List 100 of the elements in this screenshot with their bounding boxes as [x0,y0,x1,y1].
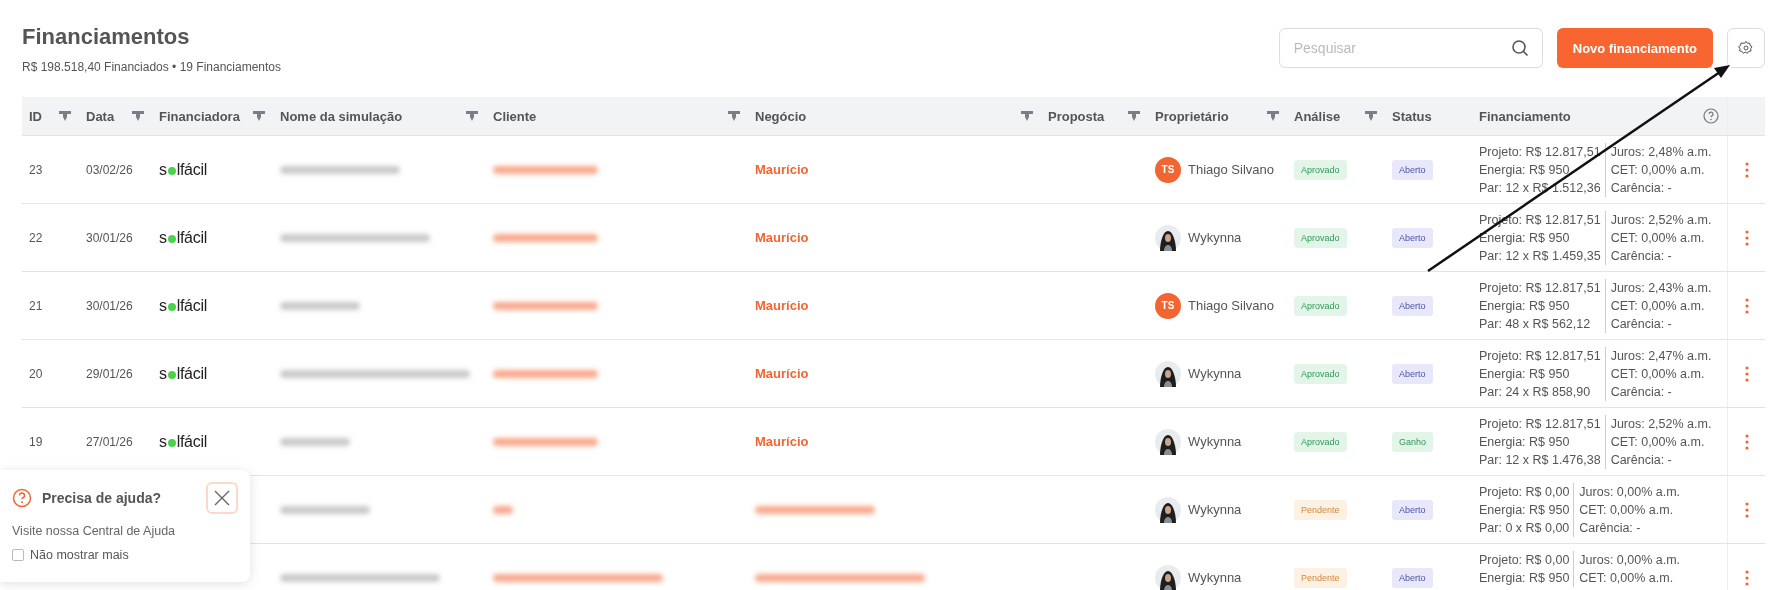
rate-detail: CET: 0,00% a.m. [1610,434,1706,451]
table-cell: 21 [29,298,43,313]
table-cell: 19 [29,434,43,449]
more-icon[interactable] [1744,365,1749,382]
rate-detail: CET: 0,00% a.m. [1579,502,1675,519]
financing-detail: Energia: R$ 950 [1479,298,1571,315]
help-icon [12,488,32,508]
settings-icon [1738,40,1754,56]
status-badge: Aberto [1392,159,1433,180]
filter-icon[interactable] [1021,111,1033,121]
rate-detail: CET: 0,00% a.m. [1610,366,1706,383]
settings-button[interactable] [1727,28,1765,68]
filter-icon[interactable] [253,111,265,121]
close-button[interactable] [206,482,238,514]
financing-detail: Projeto: R$ 0,00 [1479,484,1570,501]
rate-detail: Juros: 2,43% a.m. [1610,280,1712,297]
table-cell: 22 [29,230,43,245]
column-header: Proposta [1048,108,1105,124]
deal-link[interactable]: Maurício [755,366,809,381]
rate-detail: CET: 0,00% a.m. [1579,570,1675,587]
rate-detail: Carência: - [1610,248,1673,265]
filter-icon[interactable] [59,111,71,121]
status-badge: Aberto [1392,567,1433,588]
filter-icon[interactable] [728,111,740,121]
deal-link[interactable]: Maurício [755,230,809,245]
more-icon[interactable] [1744,569,1749,586]
more-icon[interactable] [1744,297,1749,314]
page-summary: R$ 198.518,40 Financiados • 19 Financiamentos [22,60,282,74]
financing-detail: Par: 0 x R$ 0,00 [1479,520,1570,537]
financing-detail: Par: 12 x R$ 1.459,35 [1479,248,1601,265]
financing-detail: Energia: R$ 950 [1479,366,1571,383]
rate-detail: CET: 0,00% a.m. [1610,230,1706,247]
rate-detail: Carência: - [1610,180,1673,197]
filter-icon[interactable] [1128,111,1140,121]
rate-detail: CET: 0,00% a.m. [1610,298,1706,315]
deal-link[interactable]: Maurício [755,298,809,313]
filter-icon[interactable] [1267,111,1279,121]
column-header: Cliente [493,108,537,124]
status-badge: Ganho [1392,431,1434,452]
financing-detail: Projeto: R$ 12.817,51 [1479,348,1601,365]
rate-detail: Juros: 2,52% a.m. [1610,416,1712,433]
column-header: ID [29,108,42,124]
more-icon[interactable] [1744,433,1749,450]
financing-detail: Par: 48 x R$ 562,12 [1479,316,1592,333]
column-header: Proprietário [1155,108,1229,124]
owner-name: Thiago Silvano [1188,298,1274,313]
filter-icon[interactable] [1365,111,1377,121]
owner-name: Wykynna [1188,230,1242,245]
more-icon[interactable] [1744,501,1749,518]
avatar-icon [1155,360,1181,387]
status-badge: Aberto [1392,227,1433,248]
deal-link[interactable]: Maurício [755,162,809,177]
filter-icon[interactable] [132,111,144,121]
rate-detail: Juros: 2,52% a.m. [1610,212,1712,229]
avatar-icon [1155,224,1181,251]
rate-detail: Carência: - [1610,452,1673,469]
lender-logo: s lfácil [159,160,207,179]
owner-name: Wykynna [1188,366,1242,381]
search-field[interactable]: Pesquisar [1278,28,1543,68]
help-center-link[interactable]: Visite nossa Central de Ajuda [12,524,238,538]
financing-detail: Par: 24 x R$ 858,90 [1479,384,1592,401]
table-cell: 30/01/26 [86,298,133,313]
rate-detail: Juros: 0,00% a.m. [1579,484,1681,501]
new-financing-button[interactable]: Novo financiamento [1556,28,1713,68]
lender-logo: s lfácil [159,432,207,451]
status-badge: Aberto [1392,499,1433,520]
financing-detail: Projeto: R$ 12.817,51 [1479,144,1601,161]
table-cell: 29/01/26 [86,366,133,381]
lender-logo: s lfácil [159,228,207,247]
analysis-badge: Aprovado [1294,363,1347,384]
deal-link[interactable]: Maurício [755,434,809,449]
avatar-icon [1155,564,1181,590]
more-icon[interactable] [1744,161,1749,178]
financing-detail: Energia: R$ 950 [1479,570,1570,587]
analysis-badge: Pendente [1294,567,1347,588]
table-cell: 30/01/26 [86,230,133,245]
status-badge: Aberto [1392,295,1433,316]
filter-icon[interactable] [466,111,478,121]
analysis-badge: Aprovado [1294,159,1347,180]
analysis-badge: Pendente [1294,499,1347,520]
help-icon[interactable] [1703,108,1719,124]
analysis-badge: Aprovado [1294,431,1347,452]
table-cell: 03/02/26 [86,162,133,177]
financing-detail: Energia: R$ 950 [1479,502,1570,519]
close-icon [214,490,230,506]
financing-detail: Par: 12 x R$ 1.476,38 [1479,452,1601,469]
rate-detail: Juros: 2,48% a.m. [1610,144,1712,161]
more-icon[interactable] [1744,229,1749,246]
owner-name: Wykynna [1188,434,1242,449]
rate-detail: Juros: 2,47% a.m. [1610,348,1712,365]
checkbox-label: Não mostrar mais [30,548,129,562]
avatar-icon [1155,428,1181,455]
table-cell: 27/01/26 [86,434,133,449]
financing-detail: Energia: R$ 950 [1479,162,1571,179]
column-header: Nome da simulação [280,108,403,124]
financing-detail: Energia: R$ 950 [1479,230,1571,247]
rate-detail: Juros: 0,00% a.m. [1579,552,1681,569]
column-header: Negócio [755,108,807,124]
checkbox[interactable] [12,549,24,561]
financing-detail: Projeto: R$ 12.817,51 [1479,416,1601,433]
